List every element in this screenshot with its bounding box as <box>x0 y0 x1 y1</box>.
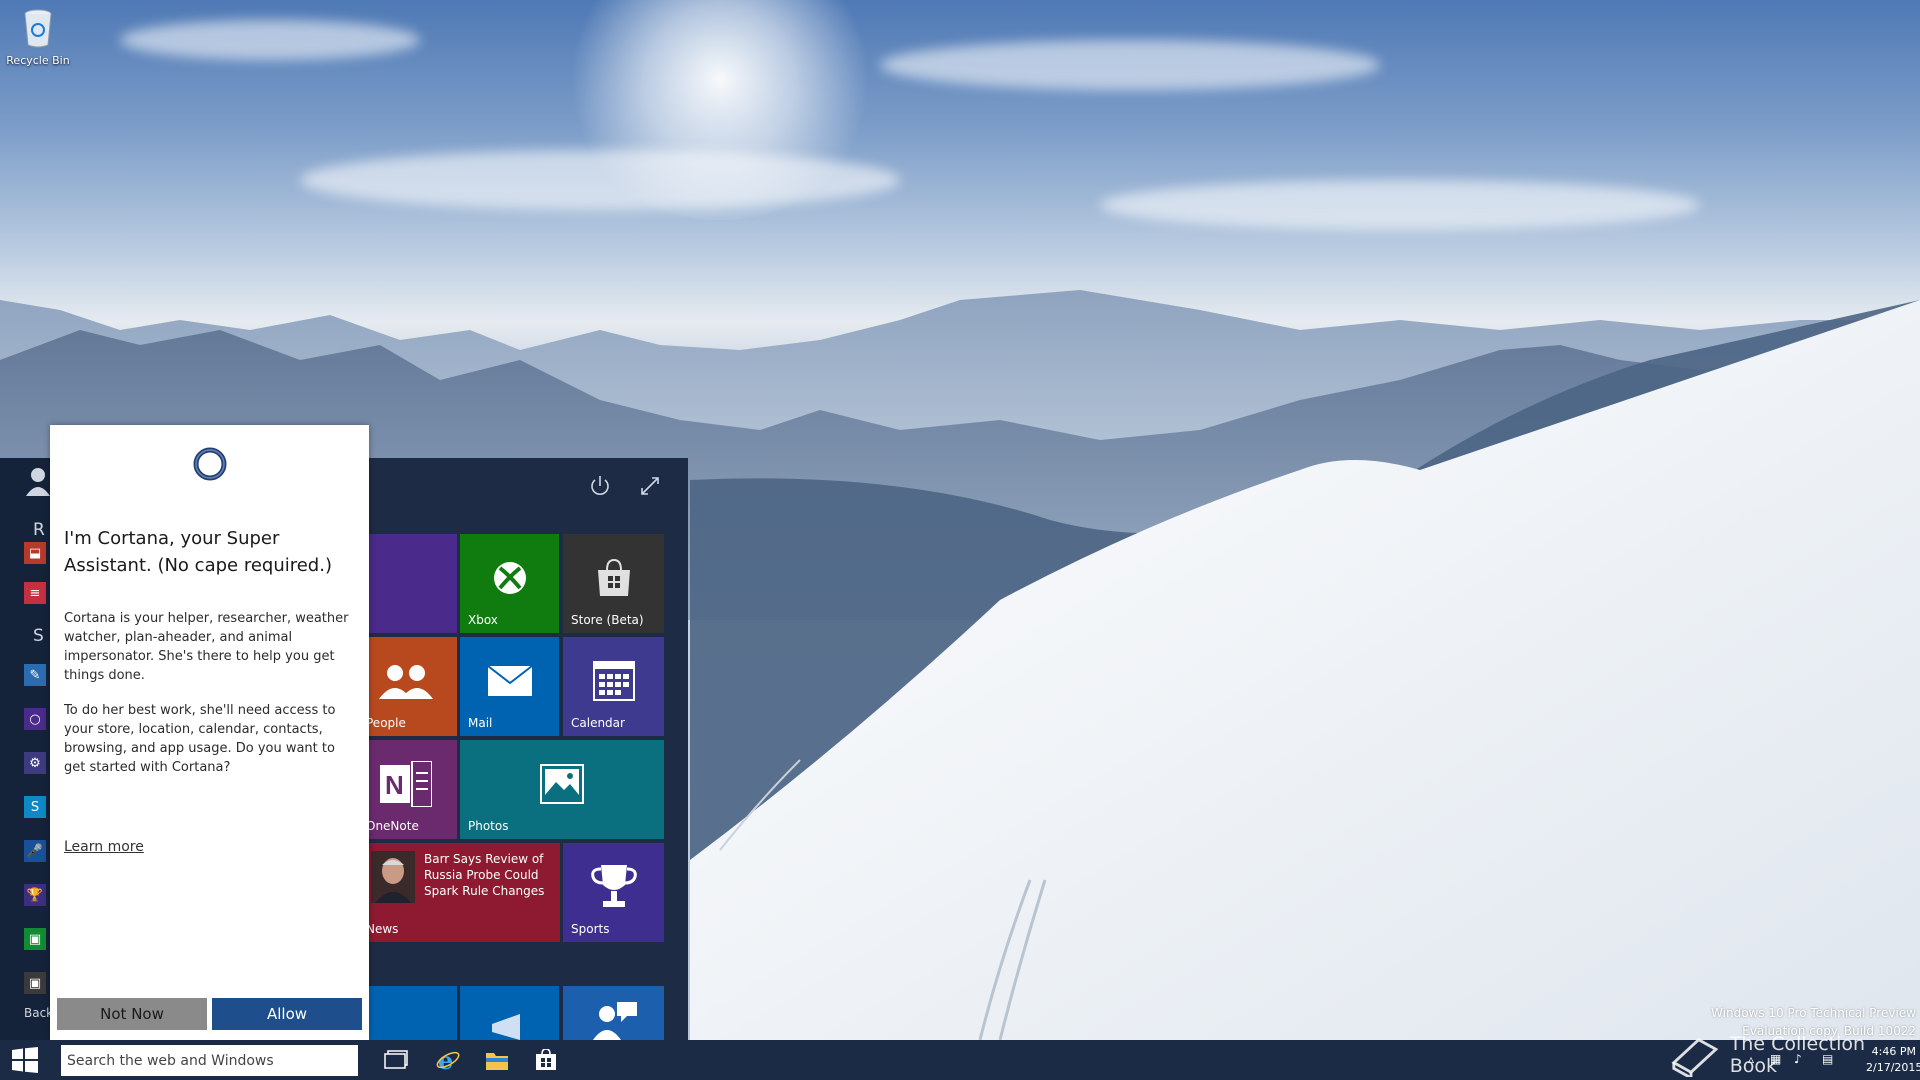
start-button[interactable] <box>0 1040 50 1080</box>
book-logo-icon <box>1671 1037 1719 1077</box>
cortana-headline: I'm Cortana, your Super Assistant. (No c… <box>64 528 332 576</box>
recycle-bin-label: Recycle Bin <box>6 54 70 67</box>
tile-mail[interactable]: Mail <box>460 637 559 736</box>
learn-more-link[interactable]: Learn more <box>64 839 144 855</box>
calendar-icon <box>592 660 635 701</box>
allow-button[interactable]: Allow <box>212 998 362 1030</box>
trophy-icon <box>590 864 637 907</box>
expand-icon[interactable] <box>636 472 664 500</box>
store-icon[interactable]: ▣ <box>24 928 46 950</box>
tile-partial[interactable] <box>563 986 664 1040</box>
tile-calendar[interactable]: Calendar <box>563 637 664 736</box>
store-icon <box>536 1049 556 1070</box>
tile-xbox[interactable]: Xbox <box>460 534 559 633</box>
task-view-button[interactable] <box>381 1046 411 1074</box>
store-icon <box>597 558 630 596</box>
tile-store[interactable]: Store (Beta) <box>563 534 664 633</box>
back-button[interactable]: Back <box>24 1006 53 1020</box>
power-icon[interactable] <box>586 472 614 500</box>
mail-icon <box>486 664 533 696</box>
search-input[interactable] <box>61 1045 358 1076</box>
internet-explorer-button[interactable]: e <box>433 1046 463 1074</box>
onenote-icon: N <box>380 760 432 807</box>
news-headline: Barr Says Review of Russia Probe Could S… <box>424 852 545 898</box>
tile-label: Calendar <box>571 716 625 730</box>
cortana-paragraph: Cortana is your helper, researcher, weat… <box>64 611 349 683</box>
news-photo <box>371 851 415 903</box>
tile-partial[interactable] <box>368 986 457 1040</box>
store-taskbar-button[interactable] <box>531 1046 561 1074</box>
watermark-line: Windows 10 Pro Technical Preview <box>1711 1006 1916 1020</box>
tile-label: People <box>368 716 406 730</box>
tile-sports[interactable]: Sports <box>563 843 664 942</box>
not-now-button[interactable]: Not Now <box>57 998 207 1030</box>
cortana-ring-icon <box>193 447 227 481</box>
people-icon <box>379 664 433 699</box>
alpha-header-r[interactable]: R <box>33 520 45 540</box>
tile-label: OneNote <box>368 819 419 833</box>
megaphone-icon <box>492 1014 520 1040</box>
xbox-icon <box>493 561 526 594</box>
tile-label: News <box>368 922 399 936</box>
tile-label: Xbox <box>468 613 498 627</box>
mic-icon[interactable]: 🎤 <box>24 840 46 862</box>
tile-photos[interactable]: Photos <box>460 740 664 839</box>
recycle-bin[interactable]: Recycle Bin <box>6 8 70 78</box>
tile-news[interactable]: Barr Says Review of Russia Probe Could S… <box>368 843 560 942</box>
tile-partial[interactable] <box>460 986 559 1040</box>
svg-text:N: N <box>385 770 404 800</box>
task-view-icon <box>384 1050 408 1069</box>
tile-label: Sports <box>571 922 610 936</box>
feedback-icon <box>593 1002 637 1040</box>
trophy-icon[interactable]: 🏆 <box>24 884 46 906</box>
tile-label: Mail <box>468 716 493 730</box>
recycle-bin-icon <box>24 9 52 48</box>
taskbar: e ▵ ▦ ♪ ▤ 4:46 PM 2/17/2015 <box>0 1040 1920 1080</box>
circle-icon[interactable]: ○ <box>24 708 46 730</box>
tile-people[interactable]: People <box>368 637 457 736</box>
app-icon[interactable]: ≡ <box>24 582 46 604</box>
windows-logo-icon <box>12 1047 38 1073</box>
skype-icon[interactable]: S <box>24 796 46 818</box>
cortana-ring-icon <box>368 558 388 598</box>
store-icon[interactable]: ▣ <box>24 972 46 994</box>
photos-icon <box>540 763 584 804</box>
tile-onenote[interactable]: N OneNote <box>368 740 457 839</box>
folder-icon <box>486 1053 508 1070</box>
tile-label: Store (Beta) <box>571 613 644 627</box>
alpha-header-s[interactable]: S <box>33 626 44 646</box>
internet-explorer-icon: e <box>436 1047 460 1073</box>
user-avatar-icon[interactable] <box>26 466 50 496</box>
tile-label: Photos <box>468 819 509 833</box>
brand-watermark: The Collection Book <box>1670 1030 1910 1080</box>
brand-text: The Collection Book <box>1729 1033 1866 1077</box>
cortana-panel: I'm Cortana, your Super Assistant. (No c… <box>50 425 369 1040</box>
cortana-paragraph: To do her best work, she'll need access … <box>64 703 336 775</box>
file-explorer-button[interactable] <box>482 1046 512 1074</box>
tile-cortana[interactable] <box>368 534 457 633</box>
paint-icon[interactable]: ✎ <box>24 664 46 686</box>
gear-icon[interactable]: ⚙ <box>24 752 46 774</box>
app-icon[interactable]: ⬓ <box>24 542 46 564</box>
